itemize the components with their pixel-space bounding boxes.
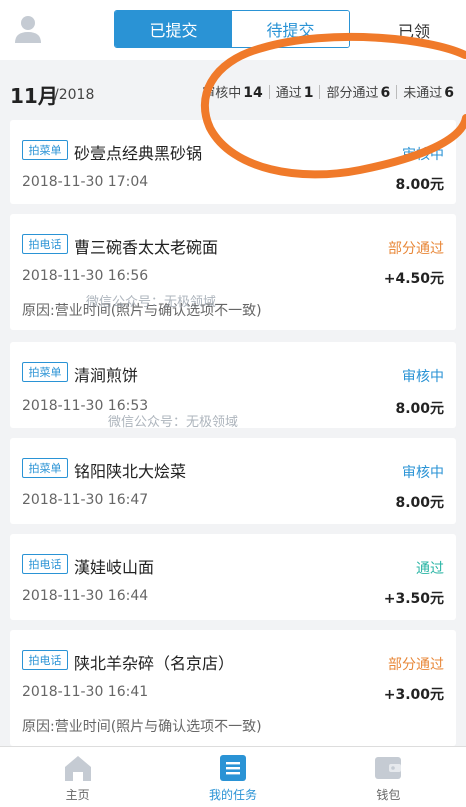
task-list-icon (219, 755, 246, 781)
nav-label: 主页 (65, 788, 90, 802)
nav-my-tasks[interactable]: 我的任务 (155, 747, 310, 807)
nav-label: 钱包 (376, 788, 401, 802)
hand-drawn-annotation-circle (200, 32, 466, 179)
nav-wallet[interactable]: 钱包 (311, 747, 466, 807)
bottom-tab-bar: 主页 我的任务 钱包 (0, 746, 466, 807)
wallet-icon (375, 757, 402, 779)
nav-label: 我的任务 (208, 788, 257, 802)
home-icon (64, 756, 91, 781)
nav-home[interactable]: 主页 (0, 747, 155, 807)
